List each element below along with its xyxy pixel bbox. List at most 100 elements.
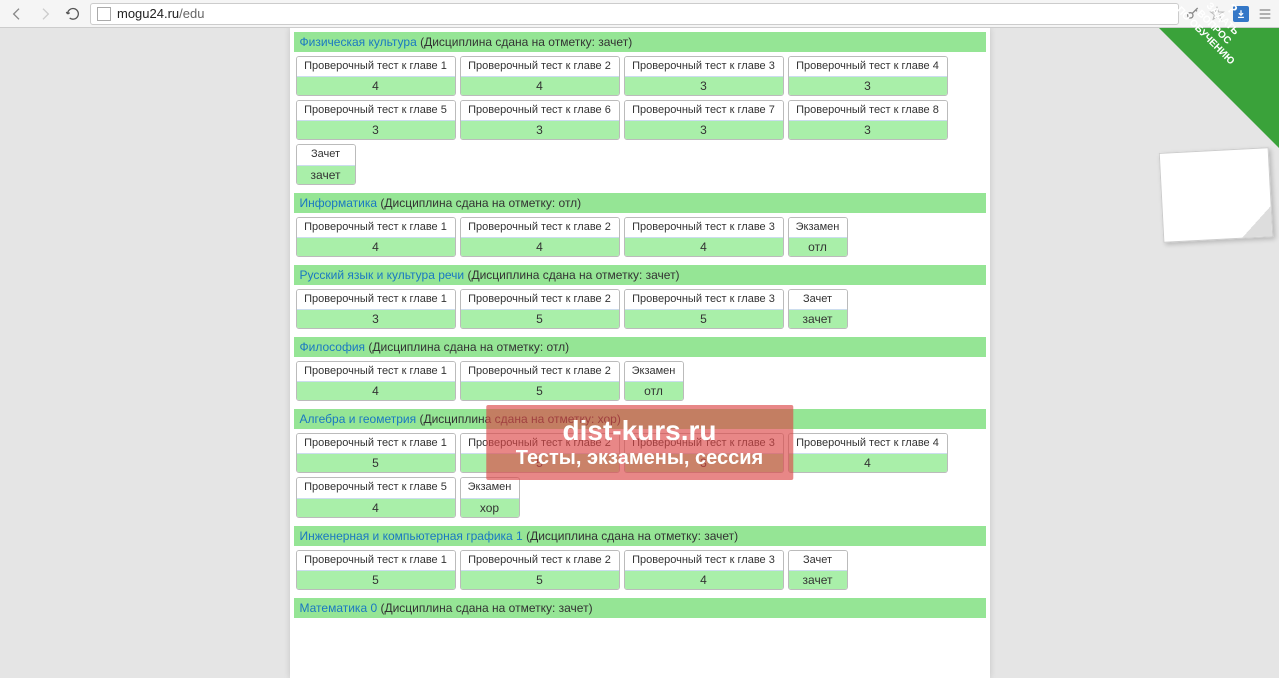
test-card[interactable]: Проверочный тест к главе 34 [624,217,784,257]
address-bar[interactable]: mogu24.ru/edu [90,3,1179,25]
discipline-block: Философия (Дисциплина сдана на отметку: … [294,337,986,405]
test-title: Проверочный тест к главе 3 [625,57,783,76]
back-button[interactable] [6,3,28,25]
forward-button[interactable] [34,3,56,25]
credit-card[interactable]: Зачетзачет [788,550,848,590]
discipline-link[interactable]: Алгебра и геометрия [300,412,417,426]
discipline-status: (Дисциплина сдана на отметку: хор) [416,412,621,426]
test-grade: 5 [297,570,455,589]
main-panel: Физическая культура (Дисциплина сдана на… [290,28,990,678]
test-card[interactable]: Проверочный тест к главе 15 [296,433,456,473]
test-card[interactable]: Проверочный тест к главе 25 [460,550,620,590]
test-grade: 5 [461,570,619,589]
test-grade: 5 [625,309,783,328]
test-card[interactable]: Проверочный тест к главе 54 [296,477,456,517]
test-grade: 3 [789,120,947,139]
test-card[interactable]: Проверочный тест к главе 43 [788,56,948,96]
test-grade: 4 [461,237,619,256]
tests-row: Проверочный тест к главе 14Проверочный т… [294,357,986,405]
discipline-status: (Дисциплина сдана на отметку: отл) [365,340,569,354]
url-text: mogu24.ru/edu [117,6,204,21]
test-card[interactable]: Проверочный тест к главе 25 [460,361,620,401]
discipline-link[interactable]: Физическая культура [300,35,417,49]
test-grade: 3 [625,76,783,95]
test-title: Проверочный тест к главе 4 [789,57,947,76]
sticky-note[interactable] [1159,147,1274,243]
test-card[interactable]: Проверочный тест к главе 35 [624,289,784,329]
test-title: Проверочный тест к главе 1 [297,290,455,309]
final-grade: хор [461,498,519,517]
test-card[interactable]: Проверочный тест к главе 15 [296,550,456,590]
credit-card[interactable]: Зачетзачет [296,144,356,184]
test-title: Проверочный тест к главе 1 [297,218,455,237]
final-grade: отл [625,381,683,400]
test-title: Проверочный тест к главе 2 [461,551,619,570]
test-title: Проверочный тест к главе 5 [297,101,455,120]
test-title: Проверочный тест к главе 2 [461,218,619,237]
exam-card[interactable]: Экзаменотл [624,361,684,401]
discipline-status: (Дисциплина сдана на отметку: отл) [377,196,581,210]
discipline-link[interactable]: Информатика [300,196,378,210]
content-area: Физическая культура (Дисциплина сдана на… [0,28,1279,678]
test-grade: 4 [461,76,619,95]
test-card[interactable]: Проверочный тест к главе 14 [296,56,456,96]
discipline-link[interactable]: Русский язык и культура речи [300,268,465,282]
test-card[interactable]: Проверочный тест к главе 44 [788,433,948,473]
test-card[interactable]: Проверочный тест к главе 63 [460,100,620,140]
test-title: Проверочный тест к главе 2 [461,290,619,309]
final-title: Экзамен [461,478,519,497]
discipline-link[interactable]: Инженерная и компьютерная графика 1 [300,529,523,543]
test-card[interactable]: Проверочный тест к главе 24 [460,217,620,257]
test-card[interactable]: Проверочный тест к главе 25 [460,289,620,329]
test-grade: 5 [461,381,619,400]
credit-card[interactable]: Зачетзачет [788,289,848,329]
test-card[interactable]: Проверочный тест к главе 14 [296,361,456,401]
test-title: Проверочный тест к главе 6 [461,101,619,120]
exam-card[interactable]: Экзаменотл [788,217,848,257]
test-grade: 4 [625,570,783,589]
test-title: Проверочный тест к главе 3 [625,218,783,237]
final-title: Зачет [297,145,355,164]
discipline-block: Математика 0 (Дисциплина сдана на отметк… [294,598,986,626]
discipline-link[interactable]: Математика 0 [300,601,378,615]
browser-toolbar: mogu24.ru/edu [0,0,1279,28]
test-card[interactable]: Проверочный тест к главе 14 [296,217,456,257]
test-grade: 4 [297,237,455,256]
test-grade: 3 [461,120,619,139]
test-title: Проверочный тест к главе 1 [297,434,455,453]
discipline-block: Русский язык и культура речи (Дисциплина… [294,265,986,333]
discipline-header: Математика 0 (Дисциплина сдана на отметк… [294,598,986,618]
reload-button[interactable] [62,3,84,25]
test-grade: 3 [625,453,783,472]
final-title: Зачет [789,290,847,309]
test-title: Проверочный тест к главе 2 [461,57,619,76]
test-card[interactable]: Проверочный тест к главе 33 [624,56,784,96]
test-title: Проверочный тест к главе 7 [625,101,783,120]
test-grade: 5 [297,453,455,472]
test-title: Проверочный тест к главе 3 [625,551,783,570]
test-card[interactable]: Проверочный тест к главе 33 [624,433,784,473]
exam-card[interactable]: Экзаменхор [460,477,520,517]
discipline-block: Информатика (Дисциплина сдана на отметку… [294,193,986,261]
test-grade: 5 [461,309,619,328]
test-card[interactable]: Проверочный тест к главе 53 [296,100,456,140]
final-title: Экзамен [789,218,847,237]
test-grade: 4 [297,76,455,95]
ask-question-badge[interactable]: ? ЗАДАТЬ ВОПРОС ПО ОБУЧЕНИЮ [1159,28,1279,148]
discipline-link[interactable]: Философия [300,340,366,354]
test-grade: 3 [789,76,947,95]
test-grade: 4 [297,381,455,400]
test-card[interactable]: Проверочный тест к главе 83 [788,100,948,140]
test-card[interactable]: Проверочный тест к главе 24 [460,56,620,96]
test-card[interactable]: Проверочный тест к главе 34 [624,550,784,590]
test-title: Проверочный тест к главе 8 [789,101,947,120]
discipline-block: Физическая культура (Дисциплина сдана на… [294,32,986,189]
test-title: Проверочный тест к главе 1 [297,362,455,381]
test-card[interactable]: Проверочный тест к главе 25 [460,433,620,473]
discipline-header: Физическая культура (Дисциплина сдана на… [294,32,986,52]
test-title: Проверочный тест к главе 5 [297,478,455,497]
final-grade: зачет [789,570,847,589]
test-card[interactable]: Проверочный тест к главе 73 [624,100,784,140]
menu-icon[interactable] [1257,6,1273,22]
test-card[interactable]: Проверочный тест к главе 13 [296,289,456,329]
